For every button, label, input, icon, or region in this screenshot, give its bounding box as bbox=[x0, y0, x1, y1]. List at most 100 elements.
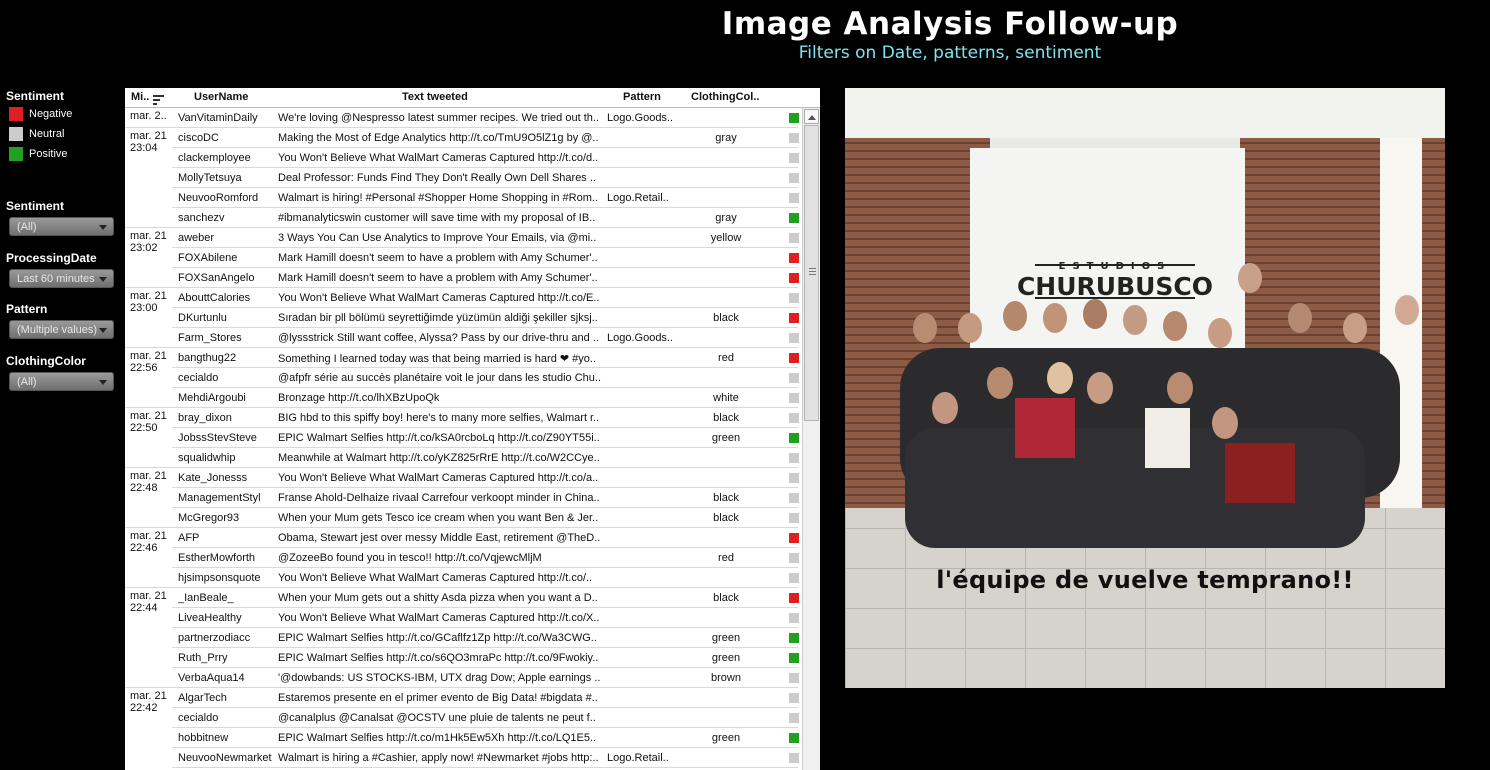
tweet-text-cell: @ZozeeBo found you in tesco!! http://t.c… bbox=[278, 552, 542, 564]
grip-icon bbox=[809, 268, 816, 276]
sort-icon[interactable] bbox=[153, 92, 164, 105]
sentiment-indicator bbox=[789, 253, 799, 263]
username-cell: ManagementStyl bbox=[178, 492, 261, 504]
pattern-cell: Logo.Goods.. bbox=[607, 112, 674, 124]
scroll-up-arrow-icon[interactable] bbox=[804, 109, 819, 124]
table-row[interactable]: cecialdo @afpfr série au succès planétair… bbox=[125, 368, 802, 388]
filter-pattern-dropdown[interactable]: (Multiple values) bbox=[9, 320, 114, 339]
username-cell: JobssStevSteve bbox=[178, 432, 257, 444]
table-row[interactable]: mar. 21 22:56 bangthug22 Something I learn… bbox=[125, 348, 802, 374]
table-row[interactable]: squalidwhip Meanwhile at Walmart http://t… bbox=[125, 448, 802, 468]
sentiment-indicator bbox=[789, 673, 799, 683]
table-scrollbar[interactable] bbox=[802, 108, 820, 770]
table-row[interactable]: mar. 21 22:48 Kate_Jonesss You Won't Belie… bbox=[125, 468, 802, 494]
table-row[interactable]: clackemployee You Won't Believe What WalM… bbox=[125, 148, 802, 168]
filter-sentiment-dropdown[interactable]: (All) bbox=[9, 217, 114, 236]
filter-clothingcolor-dropdown[interactable]: (All) bbox=[9, 372, 114, 391]
table-row[interactable]: VerbaAqua14 '@dowbands: US STOCKS-IBM, UT… bbox=[125, 668, 802, 688]
sentiment-indicator bbox=[789, 133, 799, 143]
table-row[interactable]: mar. 21 23:04 ciscoDC Making the Most of E… bbox=[125, 128, 802, 154]
table-row[interactable]: NeuvooNewmarket Walmart is hiring a #Cash… bbox=[125, 748, 802, 768]
table-row[interactable]: DKurtunlu Sıradan bir pll bölümü seyretti… bbox=[125, 308, 802, 328]
table-row[interactable]: mar. 21 22:42 AlgarTech Estaremos presente… bbox=[125, 688, 802, 714]
table-row[interactable]: mar. 2.. VanVitaminDaily We're loving @Nes… bbox=[125, 108, 802, 128]
positive-swatch bbox=[9, 147, 23, 161]
sentiment-indicator bbox=[789, 493, 799, 503]
tweet-text-cell: BIG hbd to this spiffy boy! here's to ma… bbox=[278, 412, 600, 424]
table-row[interactable]: mar. 21 22:50 bray_dixon BIG hbd to this s… bbox=[125, 408, 802, 434]
legend-item-negative[interactable]: Negative bbox=[9, 107, 72, 121]
sentiment-indicator bbox=[789, 613, 799, 623]
username-cell: hjsimpsonsquote bbox=[178, 572, 261, 584]
legend-label: Neutral bbox=[29, 128, 65, 140]
username-cell: aweber bbox=[178, 232, 215, 244]
column-header-pattern[interactable]: Pattern bbox=[623, 91, 661, 103]
table-row[interactable]: sanchezv #ibmanalyticswin customer will s… bbox=[125, 208, 802, 228]
tweet-text-cell: Estaremos presente en el primer evento d… bbox=[278, 692, 598, 704]
table-row[interactable]: FOXSanAngelo Mark Hamill doesn't seem to … bbox=[125, 268, 802, 288]
tweet-text-cell: Bronzage http://t.co/lhXBzUpoQk bbox=[278, 392, 440, 404]
legend-item-positive[interactable]: Positive bbox=[9, 147, 68, 161]
sentiment-indicator bbox=[789, 393, 799, 403]
clothing-color-cell: brown bbox=[711, 672, 741, 684]
table-row[interactable]: hjsimpsonsquote You Won't Believe What Wa… bbox=[125, 568, 802, 588]
column-header-text[interactable]: Text tweeted bbox=[402, 91, 468, 103]
legend-item-neutral[interactable]: Neutral bbox=[9, 127, 64, 141]
username-cell: Kate_Jonesss bbox=[178, 472, 248, 484]
table-row[interactable]: JobssStevSteve EPIC Walmart Selfies http:… bbox=[125, 428, 802, 448]
table-row[interactable]: MehdiArgoubi Bronzage http://t.co/lhXBzUp… bbox=[125, 388, 802, 408]
sentiment-indicator bbox=[789, 153, 799, 163]
sentiment-indicator bbox=[789, 193, 799, 203]
table-row[interactable]: MollyTetsuya Deal Professor: Funds Find T… bbox=[125, 168, 802, 188]
clothing-color-cell: white bbox=[713, 392, 739, 404]
group-photo-image: ESTUDIOS CHURUBUSCO bbox=[845, 88, 1445, 688]
clothing-color-cell: green bbox=[711, 732, 741, 744]
scrollbar-thumb[interactable] bbox=[804, 125, 819, 421]
table-row[interactable]: Ruth_Prry EPIC Walmart Selfies http://t.c… bbox=[125, 648, 802, 668]
table-row[interactable]: mar. 21 23:00 AbouttCalories You Won't Bel… bbox=[125, 288, 802, 314]
table-row[interactable]: hobbitnew EPIC Walmart Selfies http://t.c… bbox=[125, 728, 802, 748]
clothing-color-cell: yellow bbox=[710, 232, 742, 244]
table-row[interactable]: FOXAbilene Mark Hamill doesn't seem to ha… bbox=[125, 248, 802, 268]
filter-processingdate-dropdown[interactable]: Last 60 minutes bbox=[9, 269, 114, 288]
tweet-text-cell: You Won't Believe What WalMart Cameras C… bbox=[278, 612, 600, 624]
sentiment-indicator bbox=[789, 513, 799, 523]
sentiment-indicator bbox=[789, 353, 799, 363]
tweet-text-cell: You Won't Believe What WalMart Cameras C… bbox=[278, 292, 600, 304]
sentiment-indicator bbox=[789, 453, 799, 463]
clothing-color-cell: green bbox=[711, 652, 741, 664]
column-header-date[interactable]: Mi.. bbox=[131, 91, 149, 103]
filter-clothingcolor-label: ClothingColor bbox=[6, 354, 86, 368]
legend-label: Positive bbox=[29, 148, 68, 160]
table-row[interactable]: mar. 21 22:44 _IanBeale_ When your Mum get… bbox=[125, 588, 802, 614]
neutral-swatch bbox=[9, 127, 23, 141]
sentiment-indicator bbox=[789, 753, 799, 763]
clothing-color-cell: black bbox=[713, 592, 739, 604]
table-row[interactable]: NeuvooRomford Walmart is hiring! #Persona… bbox=[125, 188, 802, 208]
table-row[interactable]: Farm_Stores @lyssstrick Still want coffee… bbox=[125, 328, 802, 348]
dropdown-value: (All) bbox=[17, 375, 37, 388]
username-cell: cecialdo bbox=[178, 372, 219, 384]
table-row[interactable]: LiveaHealthy You Won't Believe What WalMa… bbox=[125, 608, 802, 628]
table-row[interactable]: cecialdo @canalplus @Canalsat @OCSTV une … bbox=[125, 708, 802, 728]
table-row[interactable]: partnerzodiacc EPIC Walmart Selfies http:… bbox=[125, 628, 802, 648]
table-row[interactable]: mar. 21 23:02 aweber 3 Ways You Can Use An… bbox=[125, 228, 802, 254]
tweet-text-cell: '@dowbands: US STOCKS-IBM, UTX drag Dow;… bbox=[278, 672, 601, 684]
tweet-text-cell: When your Mum gets out a shitty Asda piz… bbox=[278, 592, 598, 604]
sentiment-indicator bbox=[789, 373, 799, 383]
dropdown-value: (Multiple values) bbox=[17, 323, 98, 336]
sentiment-indicator bbox=[789, 213, 799, 223]
table-row[interactable]: mar. 21 22:46 AFP Obama, Stewart jest over… bbox=[125, 528, 802, 554]
table-row[interactable]: EstherMowforth @ZozeeBo found you in tesc… bbox=[125, 548, 802, 568]
chevron-down-icon bbox=[99, 225, 107, 230]
table-row[interactable]: ManagementStyl Franse Ahold-Delhaize riva… bbox=[125, 488, 802, 508]
sentiment-indicator bbox=[789, 693, 799, 703]
username-cell: AFP bbox=[178, 532, 200, 544]
tweet-text-cell: Walmart is hiring! #Personal #Shopper Ho… bbox=[278, 192, 598, 204]
column-header-clothingcolor[interactable]: ClothingCol.. bbox=[691, 91, 759, 103]
sentiment-indicator bbox=[789, 233, 799, 243]
table-row[interactable]: McGregor93 When your Mum gets Tesco ice c… bbox=[125, 508, 802, 528]
column-header-username[interactable]: UserName bbox=[194, 91, 248, 103]
dropdown-value: Last 60 minutes bbox=[17, 272, 95, 285]
legend-label: Negative bbox=[29, 108, 73, 120]
